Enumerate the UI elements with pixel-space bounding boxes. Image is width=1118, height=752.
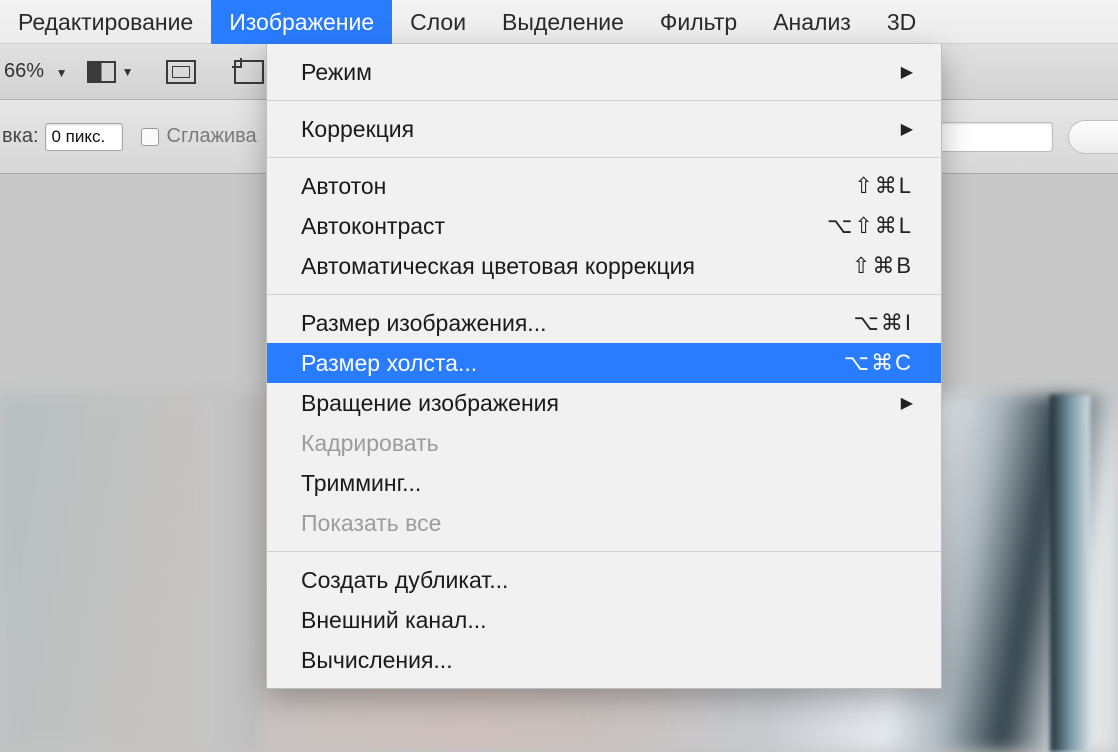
menu-item-shortcut: ⌥⇧⌘L (827, 213, 913, 239)
right-pill-button[interactable] (1068, 120, 1118, 154)
actual-pixels-icon (234, 60, 264, 84)
menu-item-apply-image[interactable]: Внешний канал... (267, 600, 941, 640)
zoom-level-value: 66% (4, 60, 44, 82)
submenu-arrow-icon: ▶ (901, 62, 913, 82)
menu-layers[interactable]: Слои (392, 0, 484, 44)
menu-item-label: Создать дубликат... (301, 567, 508, 594)
menu-item-autotone[interactable]: Автотон ⇧⌘L (267, 166, 941, 206)
menu-analysis[interactable]: Анализ (755, 0, 869, 44)
menu-item-label: Размер изображения... (301, 310, 546, 337)
menu-item-label: Размер холста... (301, 350, 477, 377)
menu-item-autocolor[interactable]: Автоматическая цветовая коррекция ⇧⌘B (267, 246, 941, 286)
feather-input[interactable] (45, 123, 123, 151)
menu-edit[interactable]: Редактирование (0, 0, 211, 44)
antialias-checkbox[interactable] (141, 128, 159, 146)
menu-item-canvas-size[interactable]: Размер холста... ⌥⌘C (267, 343, 941, 383)
menu-item-label: Вычисления... (301, 647, 453, 674)
menu-item-image-size[interactable]: Размер изображения... ⌥⌘I (267, 303, 941, 343)
menu-item-shortcut: ⌥⌘C (844, 350, 913, 376)
menu-item-shortcut: ⌥⌘I (854, 310, 913, 336)
menu-item-label: Вращение изображения (301, 390, 559, 417)
actual-pixels-button[interactable] (229, 57, 269, 87)
menu-item-adjustments[interactable]: Коррекция ▶ (267, 109, 941, 149)
print-size-button[interactable] (161, 57, 201, 87)
image-menu-dropdown: Режим ▶ Коррекция ▶ Автотон ⇧⌘L Автоконт… (266, 44, 942, 689)
menu-item-label: Автотон (301, 173, 386, 200)
menu-item-shortcut: ⇧⌘B (852, 253, 913, 279)
menu-filter[interactable]: Фильтр (642, 0, 755, 44)
menu-item-reveal-all: Показать все (267, 503, 941, 543)
menu-item-label: Коррекция (301, 116, 414, 143)
submenu-arrow-icon: ▶ (901, 393, 913, 413)
canvas-edge (200, 395, 260, 752)
menu-item-label: Внешний канал... (301, 607, 487, 634)
menu-select[interactable]: Выделение (484, 0, 642, 44)
chevron-down-icon: ▼ (122, 65, 134, 79)
feather-label-partial: вка: (2, 125, 39, 148)
menu-item-label: Режим (301, 59, 372, 86)
menu-item-label: Показать все (301, 510, 441, 537)
submenu-arrow-icon: ▶ (901, 119, 913, 139)
menu-item-mode[interactable]: Режим ▶ (267, 52, 941, 92)
menu-item-label: Кадрировать (301, 430, 439, 457)
style-dropdown-field[interactable] (938, 122, 1053, 152)
screen-mode-button[interactable]: ▼ (87, 57, 133, 87)
menu-item-image-rotation[interactable]: Вращение изображения ▶ (267, 383, 941, 423)
app-menubar: Редактирование Изображение Слои Выделени… (0, 0, 1118, 44)
screen-mode-icon (87, 61, 115, 83)
menu-item-shortcut: ⇧⌘L (854, 173, 913, 199)
zoom-level-dropdown[interactable]: 66% ▼ (4, 60, 67, 83)
menu-item-trim[interactable]: Тримминг... (267, 463, 941, 503)
menu-item-label: Автоконтраст (301, 213, 445, 240)
menu-item-autocontrast[interactable]: Автоконтраст ⌥⇧⌘L (267, 206, 941, 246)
menu-item-label: Тримминг... (301, 470, 421, 497)
menu-item-duplicate[interactable]: Создать дубликат... (267, 560, 941, 600)
menu-image[interactable]: Изображение (211, 0, 392, 44)
canvas-detail (1050, 395, 1090, 752)
menu-item-calculations[interactable]: Вычисления... (267, 640, 941, 680)
menu-item-label: Автоматическая цветовая коррекция (301, 253, 695, 280)
document-size-icon (166, 60, 196, 84)
chevron-down-icon: ▼ (56, 66, 68, 80)
antialias-label-partial: Сглажива (167, 125, 257, 148)
menu-3d[interactable]: 3D (869, 0, 934, 44)
menu-item-crop: Кадрировать (267, 423, 941, 463)
